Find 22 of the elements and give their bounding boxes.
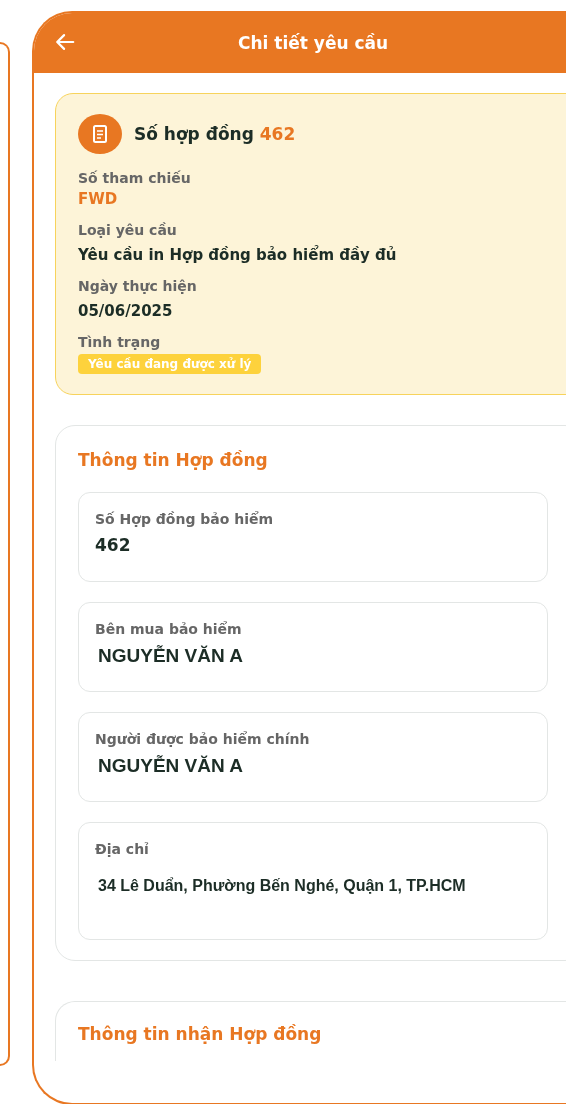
field-value: NGUYỄN VĂN A [97, 755, 244, 777]
back-arrow-icon[interactable] [54, 31, 76, 53]
section-title: Thông tin nhận Hợp đồng [78, 1024, 322, 1044]
status-badge: Yêu cầu đang được xử lý [78, 354, 262, 374]
section-title: Thông tin Hợp đồng [78, 450, 269, 470]
field-value: 462 [95, 535, 132, 555]
field-value: 34 Lê Duẩn, Phường Bến Nghé, Quận 1, TP.HCM [97, 877, 467, 895]
field-value: 05/06/2025 [78, 302, 174, 320]
field-value: NGUYỄN VĂN A [97, 645, 244, 667]
screen-title: Chi tiết yêu cầu [238, 33, 389, 53]
contract-number-title: Số hợp đồng 462 [134, 124, 296, 144]
document-icon [78, 114, 122, 154]
field-label: Người được bảo hiểm chính [95, 731, 311, 747]
field-label: Bên mua bảo hiểm [95, 621, 243, 637]
field-value: Yêu cầu in Hợp đồng bảo hiểm đầy đủ [78, 246, 398, 264]
field-label: Loại yêu cầu [78, 222, 178, 238]
field-label: Số tham chiếu [78, 170, 192, 186]
field-label: Số Hợp đồng bảo hiểm [95, 511, 275, 527]
field-label: Ngày thực hiện [78, 278, 198, 294]
field-label: Tình trạng [78, 334, 162, 350]
field-value: FWD [78, 190, 119, 208]
field-label: Địa chỉ [95, 841, 150, 857]
